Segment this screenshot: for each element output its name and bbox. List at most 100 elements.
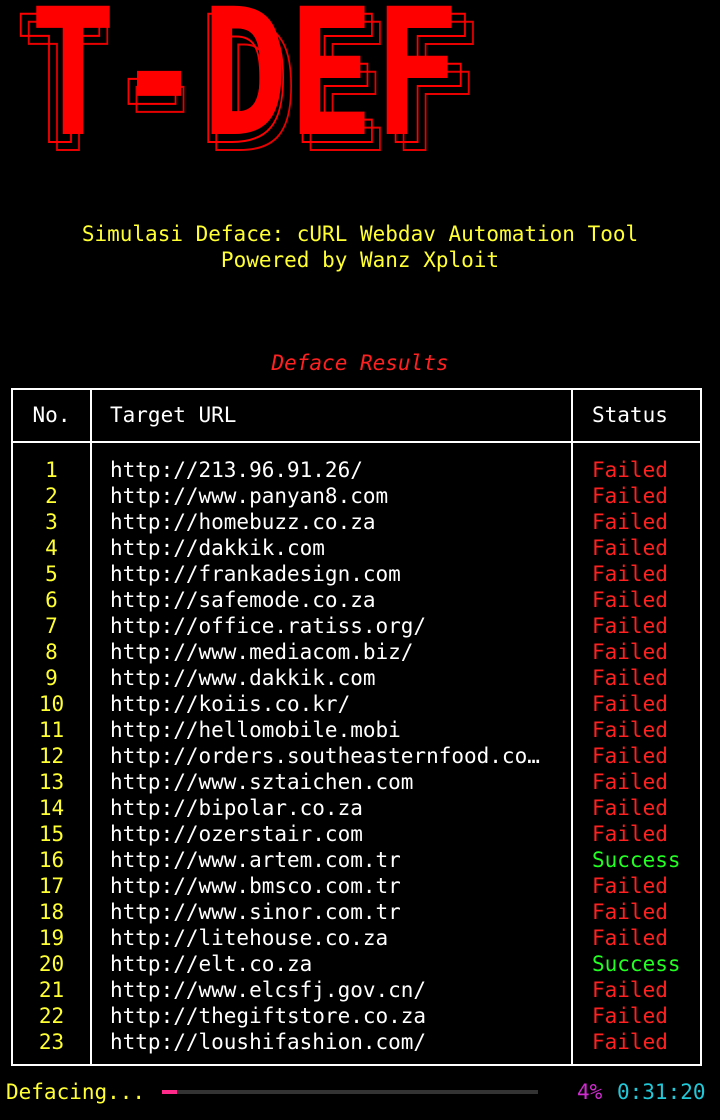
target-url: http://koiis.co.kr/ xyxy=(110,692,351,716)
status-bar: Defacing... 4% 0:31:20 xyxy=(0,1079,720,1105)
table-row: 11 http://hellomobile.mobi Failed xyxy=(13,717,700,743)
row-number: 21 xyxy=(38,978,65,1002)
target-url: http://orders.southeasternfood.co… xyxy=(110,744,540,768)
status-text: Failed xyxy=(592,510,668,534)
table-row: 10 http://koiis.co.kr/Failed xyxy=(13,691,700,717)
logo-text: T-DEF xyxy=(30,0,460,176)
row-number: 11 xyxy=(38,718,65,742)
status-text: Failed xyxy=(592,1004,668,1028)
target-url: http://bipolar.co.za xyxy=(110,796,363,820)
results-table: No. Target URL Status 1 http://213.96.91.… xyxy=(11,388,702,1066)
target-url: http://safemode.co.za xyxy=(110,588,376,612)
table-row: 16 http://www.artem.com.tr Success xyxy=(13,847,700,873)
target-url: http://elt.co.za xyxy=(110,952,313,976)
table-row: 12 http://orders.southeasternfood.co… Fail… xyxy=(13,743,700,769)
target-url: http://frankadesign.com xyxy=(110,562,401,586)
target-url: http://ozerstair.com xyxy=(110,822,363,846)
table-row: 14 http://bipolar.co.za Failed xyxy=(13,795,700,821)
table-row: 23 http://loushifashion.com/Failed xyxy=(13,1029,700,1055)
row-number: 15 xyxy=(38,822,65,846)
row-number: 3 xyxy=(45,510,58,534)
row-number: 1 xyxy=(45,458,58,482)
status-text: Failed xyxy=(592,666,668,690)
target-url: http://dakkik.com xyxy=(110,536,325,560)
table-row: 15 http://ozerstair.com Failed xyxy=(13,821,700,847)
table-row: 1 http://213.96.91.26/Failed xyxy=(13,457,700,483)
target-url: http://homebuzz.co.za xyxy=(110,510,376,534)
row-number: 12 xyxy=(38,744,65,768)
target-url: http://213.96.91.26/ xyxy=(110,458,363,482)
status-text: Failed xyxy=(592,640,668,664)
table-row: 5 http://frankadesign.com Failed xyxy=(13,561,700,587)
target-url: http://www.mediacom.biz/ xyxy=(110,640,414,664)
results-heading: Deface Results xyxy=(271,351,449,375)
target-url: http://www.sinor.com.tr xyxy=(110,900,401,924)
table-row: 8 http://www.mediacom.biz/Failed xyxy=(13,639,700,665)
table-row: 20 http://elt.co.za Success xyxy=(13,951,700,977)
status-text: Failed xyxy=(592,588,668,612)
status-text: Failed xyxy=(592,770,668,794)
tool-subtitle: Simulasi Deface: cURL Webdav Automation … xyxy=(81,222,639,246)
progress-bar xyxy=(162,1090,538,1094)
status-text: Failed xyxy=(592,562,668,586)
status-text: Failed xyxy=(592,926,668,950)
status-text: Failed xyxy=(592,718,668,742)
target-url: http://www.artem.com.tr xyxy=(110,848,401,872)
target-url: http://office.ratiss.org/ xyxy=(110,614,427,638)
target-url: http://litehouse.co.za xyxy=(110,926,389,950)
row-number: 7 xyxy=(45,614,58,638)
row-number: 20 xyxy=(38,952,65,976)
header-target-url: Target URL xyxy=(110,403,237,427)
row-number: 14 xyxy=(38,796,65,820)
status-text: Failed xyxy=(592,874,668,898)
row-number: 18 xyxy=(38,900,65,924)
t-def-logo: T-DEF T-DEF T-DEF xyxy=(13,0,483,193)
target-url: http://hellomobile.mobi xyxy=(110,718,401,742)
table-row: 13 http://www.sztaichen.com Failed xyxy=(13,769,700,795)
row-number: 8 xyxy=(45,640,58,664)
progress-label: Defacing... xyxy=(6,1080,146,1104)
table-row: 6 http://safemode.co.za Failed xyxy=(13,587,700,613)
table-row: 7 http://office.ratiss.org/Failed xyxy=(13,613,700,639)
progress-fill xyxy=(162,1090,178,1094)
status-text: Failed xyxy=(592,900,668,924)
table-row: 9 http://www.dakkik.com Failed xyxy=(13,665,700,691)
table-row: 21 http://www.elcsfj.gov.cn/Failed xyxy=(13,977,700,1003)
row-number: 5 xyxy=(45,562,58,586)
status-text: Failed xyxy=(592,536,668,560)
table-row: 19 http://litehouse.co.za Failed xyxy=(13,925,700,951)
status-text: Failed xyxy=(592,614,668,638)
row-number: 23 xyxy=(38,1030,65,1054)
row-number: 9 xyxy=(45,666,58,690)
row-number: 2 xyxy=(45,484,58,508)
status-text: Success xyxy=(592,952,681,976)
target-url: http://www.dakkik.com xyxy=(110,666,376,690)
table-row: 22 http://thegiftstore.co.za Failed xyxy=(13,1003,700,1029)
row-number: 22 xyxy=(38,1004,65,1028)
row-number: 10 xyxy=(38,692,65,716)
row-number: 19 xyxy=(38,926,65,950)
target-url: http://thegiftstore.co.za xyxy=(110,1004,427,1028)
progress-percent: 4% xyxy=(577,1080,603,1104)
table-row: 2 http://www.panyan8.com Failed xyxy=(13,483,700,509)
status-text: Failed xyxy=(592,822,668,846)
row-number: 6 xyxy=(45,588,58,612)
status-text: Failed xyxy=(592,458,668,482)
table-body: 1 http://213.96.91.26/Failed 2 http://www.p… xyxy=(13,457,700,1055)
row-number: 16 xyxy=(38,848,65,872)
status-text: Failed xyxy=(592,1030,668,1054)
status-text: Failed xyxy=(592,484,668,508)
header-status: Status xyxy=(592,403,668,427)
target-url: http://www.elcsfj.gov.cn/ xyxy=(110,978,427,1002)
row-number: 13 xyxy=(38,770,65,794)
target-url: http://www.sztaichen.com xyxy=(110,770,414,794)
table-row: 18 http://www.sinor.com.tr Failed xyxy=(13,899,700,925)
row-number: 17 xyxy=(38,874,65,898)
status-text: Failed xyxy=(592,692,668,716)
status-text: Failed xyxy=(592,744,668,768)
status-text: Success xyxy=(592,848,681,872)
table-row: 4 http://dakkik.com Failed xyxy=(13,535,700,561)
header-no: No. xyxy=(32,403,71,427)
table-row: 17 http://www.bmsco.com.tr Failed xyxy=(13,873,700,899)
status-text: Failed xyxy=(592,978,668,1002)
